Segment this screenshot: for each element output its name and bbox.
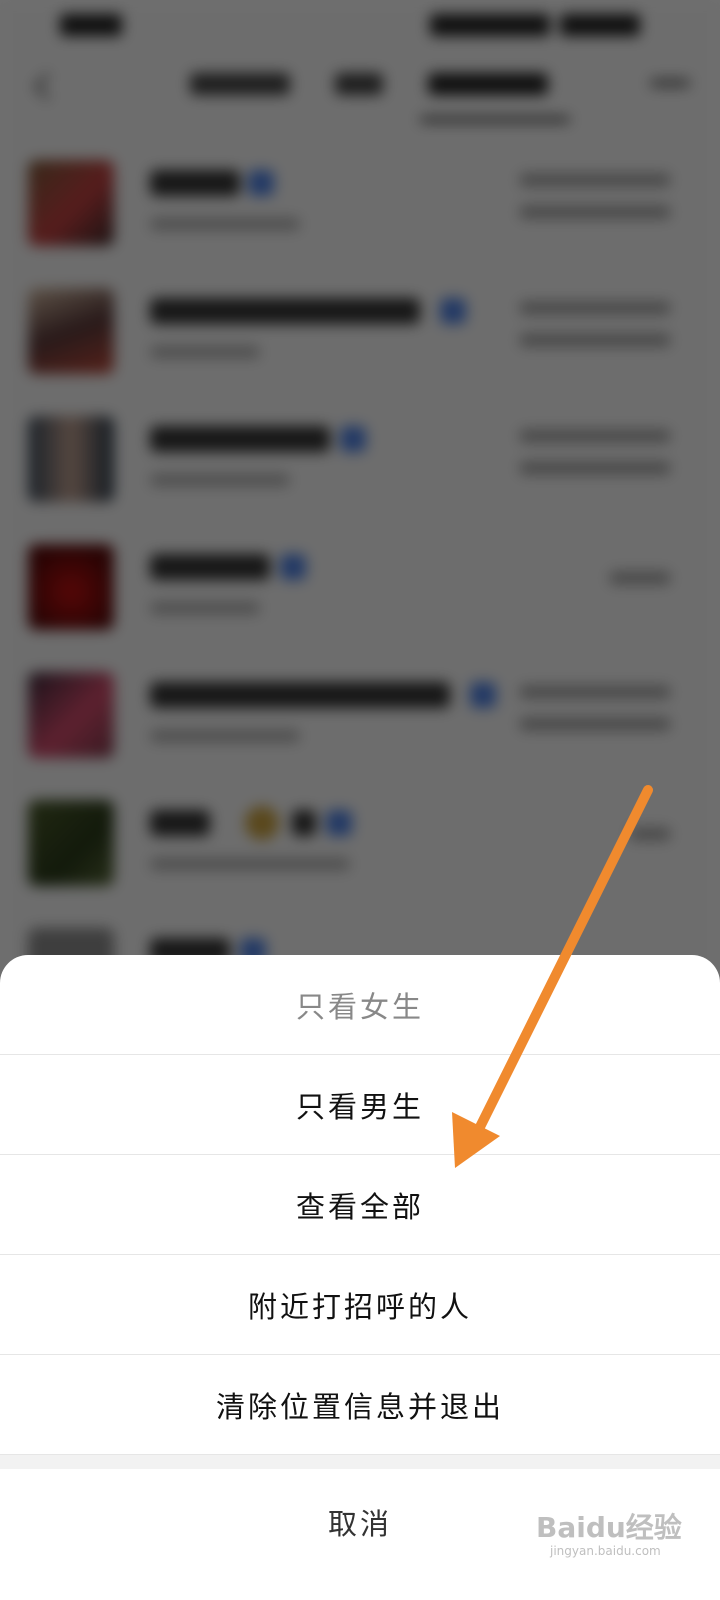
menu-item-only-male[interactable]: 只看男生	[0, 1055, 720, 1155]
screen: 只看女生 只看男生 查看全部 附近打招呼的人 清除位置信息并退出 取消 Baid…	[0, 0, 720, 1600]
sheet-divider-gap	[0, 1455, 720, 1469]
menu-item-view-all[interactable]: 查看全部	[0, 1155, 720, 1255]
menu-item-only-female[interactable]: 只看女生	[0, 955, 720, 1055]
menu-item-nearby-greetings[interactable]: 附近打招呼的人	[0, 1255, 720, 1355]
baidu-jingyan-watermark: Baidu经验 jingyan.baidu.com	[536, 1502, 686, 1562]
menu-item-clear-location-exit[interactable]: 清除位置信息并退出	[0, 1355, 720, 1455]
watermark-brand: Baidu经验	[536, 1511, 682, 1544]
watermark-url: jingyan.baidu.com	[550, 1544, 661, 1558]
